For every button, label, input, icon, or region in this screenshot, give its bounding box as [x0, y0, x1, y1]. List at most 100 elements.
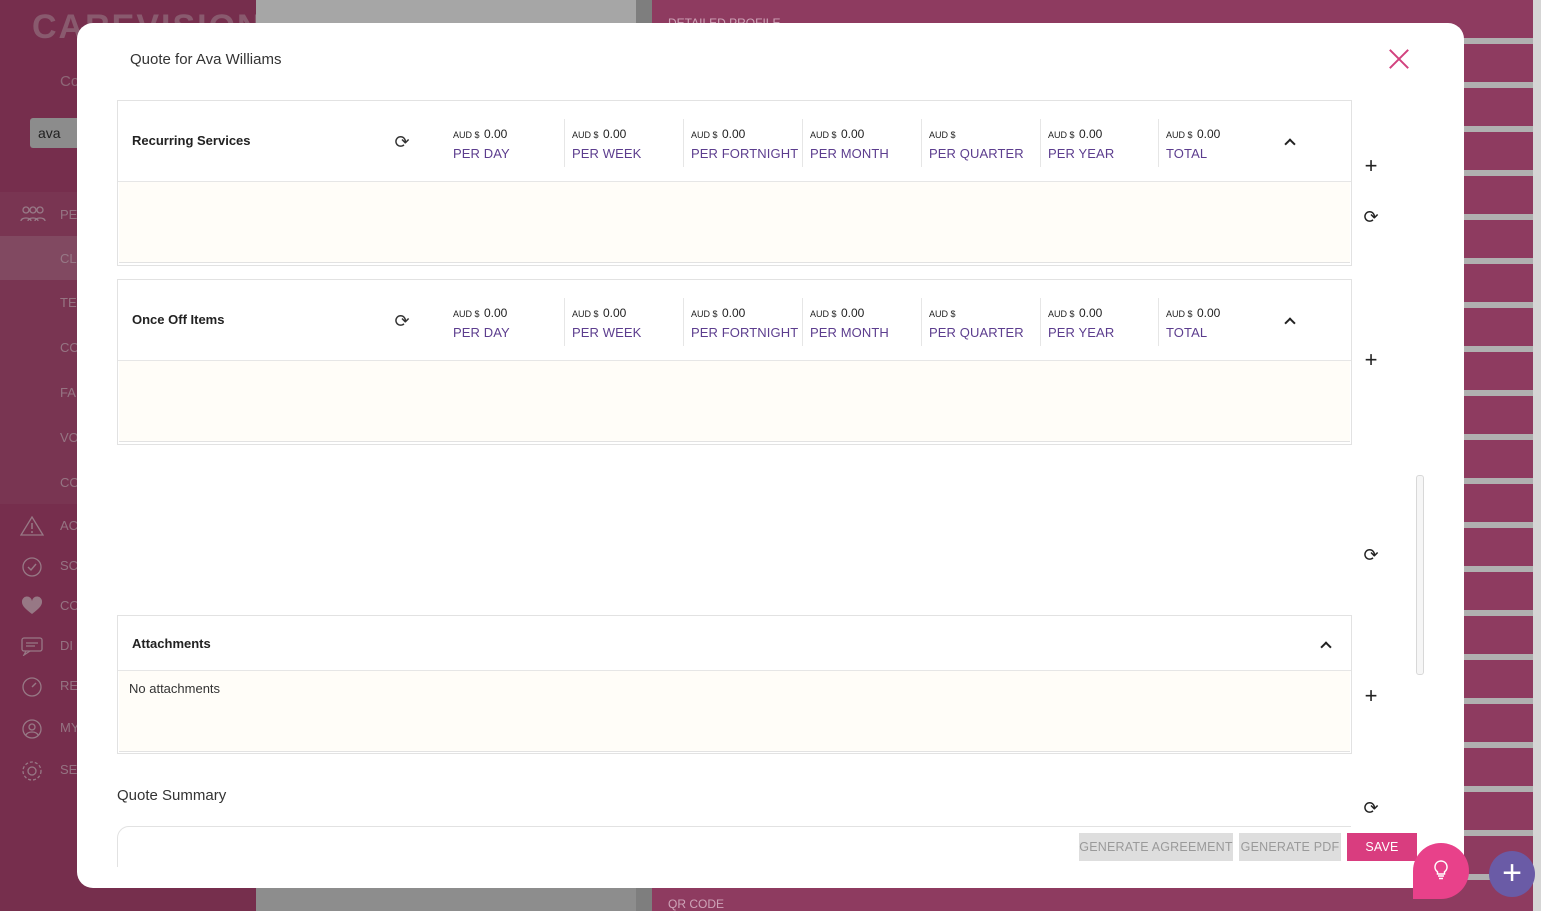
amount-value: 0.00 [1196, 127, 1221, 141]
quote-summary-title: Quote Summary [117, 787, 227, 804]
column-divider [802, 119, 803, 167]
column-divider [564, 119, 565, 167]
amount-value: 0.00 [840, 127, 865, 141]
period-label: PER YEAR [1048, 146, 1115, 161]
modal-scrollbar[interactable] [1416, 475, 1424, 675]
amount-column: AUD $ 0.00 PER YEAR [1040, 119, 1160, 167]
period-label: PER FORTNIGHT [691, 146, 799, 161]
amount-column: AUD $ 0.00 PER DAY [453, 304, 565, 340]
currency-prefix: AUD $ [1166, 130, 1193, 140]
refresh-summary-icon[interactable]: ⟳ [1361, 798, 1381, 818]
amount-column: AUD $ PER QUARTER [921, 119, 1041, 167]
currency-prefix: AUD $ [691, 130, 718, 140]
column-divider [683, 119, 684, 167]
currency-prefix: AUD $ [572, 309, 599, 319]
period-label: PER QUARTER [929, 325, 1024, 340]
help-tips-button[interactable] [1413, 843, 1469, 899]
attachments-title: Attachments [132, 636, 211, 651]
amount-column: AUD $ 0.00 PER FORTNIGHT [683, 119, 803, 167]
refresh-icon[interactable]: ⟳ [1361, 545, 1381, 565]
background-scrollbar[interactable] [1533, 0, 1541, 911]
amount-column: AUD $ 0.00 PER WEEK [564, 298, 684, 346]
amount-value: 0.00 [1196, 306, 1221, 320]
save-button[interactable]: SAVE [1347, 833, 1417, 861]
attachments-body: No attachments [119, 671, 1350, 752]
once-off-items-panel: Once Off Items ⟳ AUD $ 0.00 PER DAY AUD $ … [117, 279, 1352, 445]
amount-value: 0.00 [602, 306, 627, 320]
column-divider [683, 298, 684, 346]
generate-agreement-button[interactable]: GENERATE AGREEMENT [1079, 833, 1233, 861]
once-off-items-header: Once Off Items ⟳ AUD $ 0.00 PER DAY AUD $ … [118, 280, 1351, 361]
add-attachment-button[interactable]: + [1361, 685, 1381, 707]
recurring-services-header: Recurring Services ⟳ AUD $ 0.00 PER DAY AU… [118, 101, 1351, 182]
currency-prefix: AUD $ [1048, 309, 1075, 319]
attachments-panel: Attachments No attachments [117, 615, 1352, 754]
period-label: TOTAL [1166, 325, 1208, 340]
quote-modal: Quote for Ava Williams Recurring Service… [77, 23, 1464, 888]
recurring-services-panel: Recurring Services ⟳ AUD $ 0.00 PER DAY AU… [117, 100, 1352, 266]
column-divider [921, 119, 922, 167]
add-fab-button[interactable]: + [1489, 851, 1535, 897]
column-divider [1040, 298, 1041, 346]
currency-prefix: AUD $ [810, 130, 837, 140]
qr-code-label: QR CODE [668, 897, 725, 911]
refresh-icon[interactable]: ⟳ [393, 133, 411, 151]
currency-prefix: AUD $ [929, 130, 956, 140]
once-off-items-title: Once Off Items [132, 312, 225, 327]
amount-value: 0.00 [602, 127, 627, 141]
amount-value: 0.00 [483, 127, 508, 141]
period-label: PER MONTH [810, 146, 889, 161]
add-recurring-button[interactable]: + [1361, 155, 1381, 177]
amount-column: AUD $ 0.00 PER WEEK [564, 119, 684, 167]
amount-column: AUD $ 0.00 TOTAL [1158, 119, 1278, 167]
period-label: PER QUARTER [929, 146, 1024, 161]
generate-pdf-button[interactable]: GENERATE PDF [1239, 833, 1341, 861]
amount-column: AUD $ 0.00 PER MONTH [802, 119, 922, 167]
currency-prefix: AUD $ [1166, 309, 1193, 319]
currency-prefix: AUD $ [453, 309, 480, 319]
currency-prefix: AUD $ [453, 130, 480, 140]
currency-prefix: AUD $ [1048, 130, 1075, 140]
amount-column: AUD $ 0.00 TOTAL [1158, 298, 1278, 346]
amount-column: AUD $ 0.00 PER YEAR [1040, 298, 1160, 346]
column-divider [921, 298, 922, 346]
add-once-off-button[interactable]: + [1361, 349, 1381, 371]
close-icon[interactable] [1388, 48, 1410, 70]
period-label: PER FORTNIGHT [691, 325, 799, 340]
currency-prefix: AUD $ [929, 309, 956, 319]
column-divider [1158, 119, 1159, 167]
amount-column: AUD $ 0.00 PER MONTH [802, 298, 922, 346]
period-label: PER WEEK [572, 146, 642, 161]
period-label: PER YEAR [1048, 325, 1115, 340]
period-label: PER DAY [453, 146, 510, 161]
column-divider [564, 298, 565, 346]
modal-title: Quote for Ava Williams [130, 51, 282, 68]
period-label: PER MONTH [810, 325, 889, 340]
chevron-up-icon[interactable] [1283, 135, 1297, 149]
currency-prefix: AUD $ [572, 130, 599, 140]
amount-column: AUD $ 0.00 PER DAY [453, 125, 565, 161]
period-label: PER DAY [453, 325, 510, 340]
amount-value: 0.00 [483, 306, 508, 320]
lightbulb-icon [1434, 860, 1448, 880]
column-divider [1040, 119, 1041, 167]
amount-column: AUD $ 0.00 PER FORTNIGHT [683, 298, 803, 346]
amount-value: 0.00 [1078, 306, 1103, 320]
currency-prefix: AUD $ [810, 309, 837, 319]
refresh-icon[interactable]: ⟳ [393, 312, 411, 330]
period-label: TOTAL [1166, 146, 1208, 161]
amount-column: AUD $ PER QUARTER [921, 298, 1041, 346]
column-divider [1158, 298, 1159, 346]
amount-value: 0.00 [1078, 127, 1103, 141]
chevron-up-icon[interactable] [1283, 314, 1297, 328]
column-divider [802, 298, 803, 346]
attachments-header: Attachments [118, 616, 1351, 671]
no-attachments-text: No attachments [129, 681, 221, 696]
recurring-services-title: Recurring Services [132, 133, 251, 148]
amount-value: 0.00 [721, 306, 746, 320]
once-off-items-body [119, 361, 1350, 442]
refresh-icon[interactable]: ⟳ [1361, 207, 1381, 227]
currency-prefix: AUD $ [691, 309, 718, 319]
chevron-up-icon[interactable] [1319, 638, 1333, 652]
amount-value: 0.00 [840, 306, 865, 320]
